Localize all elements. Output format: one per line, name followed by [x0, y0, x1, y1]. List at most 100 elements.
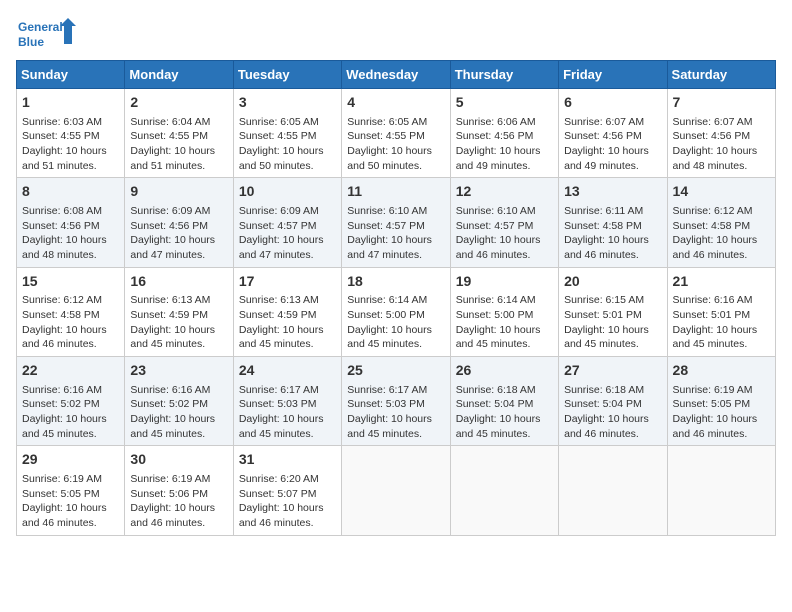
day-info: Sunrise: 6:08 AM Sunset: 4:56 PM Dayligh… [22, 204, 119, 263]
col-sunday: Sunday [17, 61, 125, 89]
svg-text:Blue: Blue [18, 35, 44, 49]
day-number: 2 [130, 93, 227, 113]
day-number: 31 [239, 450, 336, 470]
day-number: 3 [239, 93, 336, 113]
week-row-3: 15Sunrise: 6:12 AM Sunset: 4:58 PM Dayli… [17, 267, 776, 356]
day-info: Sunrise: 6:12 AM Sunset: 4:58 PM Dayligh… [22, 293, 119, 352]
day-cell: 10Sunrise: 6:09 AM Sunset: 4:57 PM Dayli… [233, 178, 341, 267]
day-info: Sunrise: 6:17 AM Sunset: 5:03 PM Dayligh… [239, 383, 336, 442]
day-cell: 13Sunrise: 6:11 AM Sunset: 4:58 PM Dayli… [559, 178, 667, 267]
week-row-4: 22Sunrise: 6:16 AM Sunset: 5:02 PM Dayli… [17, 357, 776, 446]
day-info: Sunrise: 6:16 AM Sunset: 5:02 PM Dayligh… [130, 383, 227, 442]
day-info: Sunrise: 6:07 AM Sunset: 4:56 PM Dayligh… [673, 115, 770, 174]
day-cell: 3Sunrise: 6:05 AM Sunset: 4:55 PM Daylig… [233, 89, 341, 178]
day-number: 28 [673, 361, 770, 381]
day-cell: 22Sunrise: 6:16 AM Sunset: 5:02 PM Dayli… [17, 357, 125, 446]
day-number: 16 [130, 272, 227, 292]
day-cell: 2Sunrise: 6:04 AM Sunset: 4:55 PM Daylig… [125, 89, 233, 178]
day-number: 21 [673, 272, 770, 292]
day-cell: 20Sunrise: 6:15 AM Sunset: 5:01 PM Dayli… [559, 267, 667, 356]
day-cell: 19Sunrise: 6:14 AM Sunset: 5:00 PM Dayli… [450, 267, 558, 356]
day-info: Sunrise: 6:18 AM Sunset: 5:04 PM Dayligh… [564, 383, 661, 442]
col-monday: Monday [125, 61, 233, 89]
day-number: 20 [564, 272, 661, 292]
day-info: Sunrise: 6:18 AM Sunset: 5:04 PM Dayligh… [456, 383, 553, 442]
day-info: Sunrise: 6:13 AM Sunset: 4:59 PM Dayligh… [239, 293, 336, 352]
logo: General Blue [16, 16, 76, 52]
day-number: 7 [673, 93, 770, 113]
day-number: 22 [22, 361, 119, 381]
day-info: Sunrise: 6:14 AM Sunset: 5:00 PM Dayligh… [456, 293, 553, 352]
day-info: Sunrise: 6:06 AM Sunset: 4:56 PM Dayligh… [456, 115, 553, 174]
day-info: Sunrise: 6:19 AM Sunset: 5:05 PM Dayligh… [22, 472, 119, 531]
day-number: 1 [22, 93, 119, 113]
day-cell: 16Sunrise: 6:13 AM Sunset: 4:59 PM Dayli… [125, 267, 233, 356]
day-number: 29 [22, 450, 119, 470]
day-info: Sunrise: 6:03 AM Sunset: 4:55 PM Dayligh… [22, 115, 119, 174]
day-number: 12 [456, 182, 553, 202]
day-info: Sunrise: 6:17 AM Sunset: 5:03 PM Dayligh… [347, 383, 444, 442]
header-row: SundayMondayTuesdayWednesdayThursdayFrid… [17, 61, 776, 89]
day-number: 17 [239, 272, 336, 292]
col-saturday: Saturday [667, 61, 775, 89]
day-cell: 27Sunrise: 6:18 AM Sunset: 5:04 PM Dayli… [559, 357, 667, 446]
day-number: 26 [456, 361, 553, 381]
day-cell: 7Sunrise: 6:07 AM Sunset: 4:56 PM Daylig… [667, 89, 775, 178]
day-info: Sunrise: 6:19 AM Sunset: 5:05 PM Dayligh… [673, 383, 770, 442]
day-cell: 15Sunrise: 6:12 AM Sunset: 4:58 PM Dayli… [17, 267, 125, 356]
day-info: Sunrise: 6:10 AM Sunset: 4:57 PM Dayligh… [347, 204, 444, 263]
col-tuesday: Tuesday [233, 61, 341, 89]
day-info: Sunrise: 6:10 AM Sunset: 4:57 PM Dayligh… [456, 204, 553, 263]
day-number: 30 [130, 450, 227, 470]
day-cell: 21Sunrise: 6:16 AM Sunset: 5:01 PM Dayli… [667, 267, 775, 356]
day-info: Sunrise: 6:05 AM Sunset: 4:55 PM Dayligh… [347, 115, 444, 174]
day-cell: 14Sunrise: 6:12 AM Sunset: 4:58 PM Dayli… [667, 178, 775, 267]
day-cell: 29Sunrise: 6:19 AM Sunset: 5:05 PM Dayli… [17, 446, 125, 535]
day-number: 23 [130, 361, 227, 381]
day-cell [450, 446, 558, 535]
day-cell: 9Sunrise: 6:09 AM Sunset: 4:56 PM Daylig… [125, 178, 233, 267]
day-info: Sunrise: 6:20 AM Sunset: 5:07 PM Dayligh… [239, 472, 336, 531]
day-cell: 6Sunrise: 6:07 AM Sunset: 4:56 PM Daylig… [559, 89, 667, 178]
day-number: 15 [22, 272, 119, 292]
day-cell: 12Sunrise: 6:10 AM Sunset: 4:57 PM Dayli… [450, 178, 558, 267]
day-number: 11 [347, 182, 444, 202]
day-number: 6 [564, 93, 661, 113]
day-cell [559, 446, 667, 535]
day-number: 10 [239, 182, 336, 202]
day-cell: 1Sunrise: 6:03 AM Sunset: 4:55 PM Daylig… [17, 89, 125, 178]
col-thursday: Thursday [450, 61, 558, 89]
day-info: Sunrise: 6:15 AM Sunset: 5:01 PM Dayligh… [564, 293, 661, 352]
day-number: 18 [347, 272, 444, 292]
day-cell: 30Sunrise: 6:19 AM Sunset: 5:06 PM Dayli… [125, 446, 233, 535]
day-cell: 28Sunrise: 6:19 AM Sunset: 5:05 PM Dayli… [667, 357, 775, 446]
svg-text:General: General [18, 20, 63, 34]
page-header: General Blue [16, 16, 776, 52]
day-cell: 25Sunrise: 6:17 AM Sunset: 5:03 PM Dayli… [342, 357, 450, 446]
day-number: 14 [673, 182, 770, 202]
day-cell [342, 446, 450, 535]
day-info: Sunrise: 6:07 AM Sunset: 4:56 PM Dayligh… [564, 115, 661, 174]
day-cell: 8Sunrise: 6:08 AM Sunset: 4:56 PM Daylig… [17, 178, 125, 267]
day-number: 4 [347, 93, 444, 113]
day-info: Sunrise: 6:12 AM Sunset: 4:58 PM Dayligh… [673, 204, 770, 263]
day-number: 5 [456, 93, 553, 113]
day-cell: 31Sunrise: 6:20 AM Sunset: 5:07 PM Dayli… [233, 446, 341, 535]
day-number: 24 [239, 361, 336, 381]
calendar-table: SundayMondayTuesdayWednesdayThursdayFrid… [16, 60, 776, 536]
col-friday: Friday [559, 61, 667, 89]
day-cell: 5Sunrise: 6:06 AM Sunset: 4:56 PM Daylig… [450, 89, 558, 178]
day-info: Sunrise: 6:11 AM Sunset: 4:58 PM Dayligh… [564, 204, 661, 263]
day-info: Sunrise: 6:14 AM Sunset: 5:00 PM Dayligh… [347, 293, 444, 352]
day-number: 19 [456, 272, 553, 292]
day-cell: 17Sunrise: 6:13 AM Sunset: 4:59 PM Dayli… [233, 267, 341, 356]
day-info: Sunrise: 6:09 AM Sunset: 4:56 PM Dayligh… [130, 204, 227, 263]
day-cell: 23Sunrise: 6:16 AM Sunset: 5:02 PM Dayli… [125, 357, 233, 446]
day-cell: 4Sunrise: 6:05 AM Sunset: 4:55 PM Daylig… [342, 89, 450, 178]
day-info: Sunrise: 6:19 AM Sunset: 5:06 PM Dayligh… [130, 472, 227, 531]
day-cell [667, 446, 775, 535]
week-row-1: 1Sunrise: 6:03 AM Sunset: 4:55 PM Daylig… [17, 89, 776, 178]
day-info: Sunrise: 6:04 AM Sunset: 4:55 PM Dayligh… [130, 115, 227, 174]
day-info: Sunrise: 6:13 AM Sunset: 4:59 PM Dayligh… [130, 293, 227, 352]
day-info: Sunrise: 6:16 AM Sunset: 5:02 PM Dayligh… [22, 383, 119, 442]
